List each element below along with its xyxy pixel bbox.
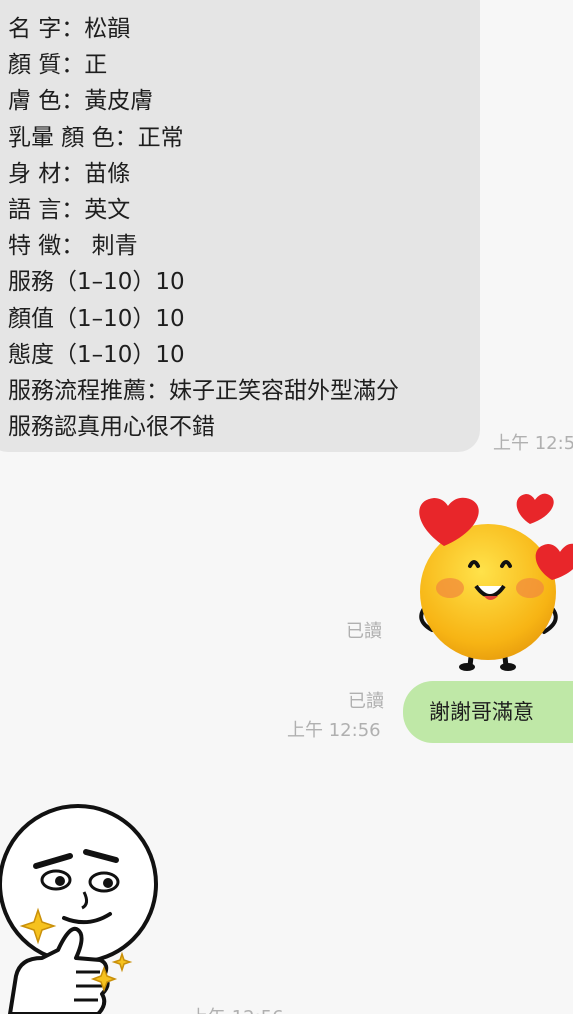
outgoing-message-bubble[interactable]: 謝謝哥滿意 — [403, 681, 573, 743]
message-line: 服務流程推薦：妹子正笑容甜外型滿分 — [8, 378, 399, 405]
message-line: 服務認真用心很不錯 — [8, 414, 215, 441]
message-line: 語 言：英文 — [8, 197, 131, 224]
heart-eyes-sticker-image — [419, 493, 573, 671]
sticker-read-receipt: 已讀 — [346, 621, 382, 642]
outgoing-message-timestamp: 上午 12:56 — [287, 720, 381, 741]
message-read-receipt: 已讀 — [348, 691, 384, 712]
message-line: 名 字：松韻 — [8, 16, 131, 42]
thumbs-up-sticker[interactable] — [0, 800, 162, 1014]
message-line: 特 徵： 刺青 — [8, 233, 138, 260]
message-line: 身 材：苗條 — [8, 160, 131, 187]
incoming-message-timestamp: 上午 12:5 — [493, 433, 573, 454]
thumbs-up-sticker-image — [0, 804, 158, 1014]
message-line: 態度（1–10）10 — [8, 341, 185, 368]
message-line: 顏 質：正 — [8, 52, 108, 79]
heart-eyes-sticker[interactable] — [404, 488, 573, 673]
incoming-message-bubble[interactable]: 名 字：松韻 顏 質：正 膚 色：黃皮膚 乳暈 顏 色：正常 身 材：苗條 語 … — [0, 0, 480, 452]
chat-thread[interactable]: 名 字：松韻 顏 質：正 膚 色：黃皮膚 乳暈 顏 色：正常 身 材：苗條 語 … — [0, 0, 573, 1014]
message-line: 服務（1–10）10 — [8, 269, 185, 296]
message-line: 膚 色：黃皮膚 — [8, 88, 154, 115]
message-line: 顏值（1–10）10 — [8, 305, 185, 332]
incoming-sticker-timestamp: 上午 12:56 — [190, 1003, 284, 1014]
message-line: 乳暈 顏 色：正常 — [8, 124, 184, 151]
